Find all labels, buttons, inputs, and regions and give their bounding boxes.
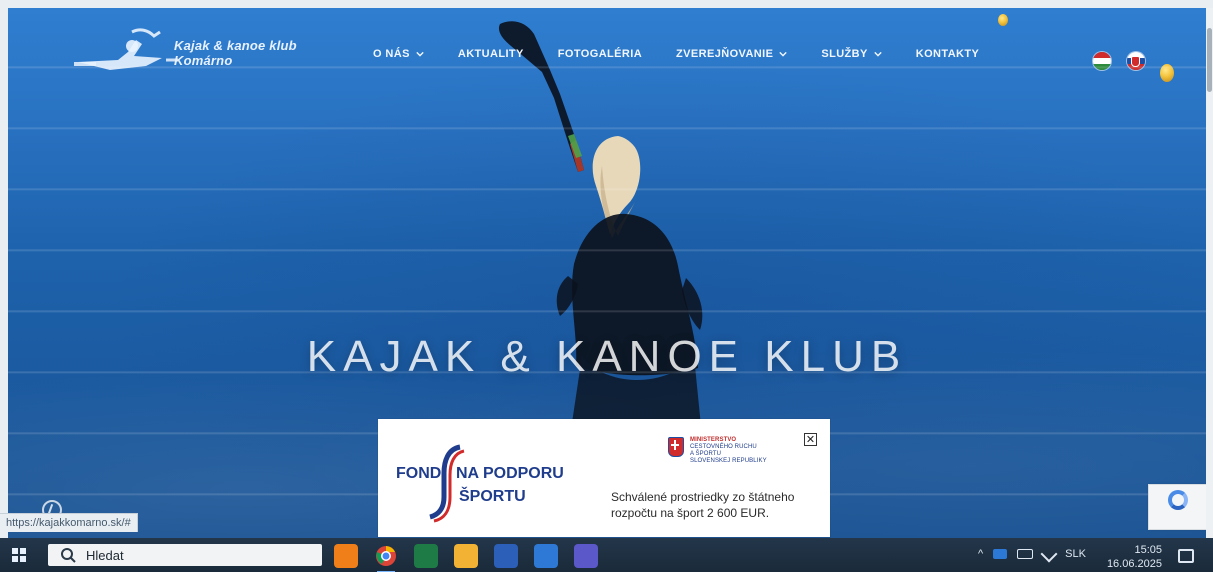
- pdf-app-icon[interactable]: [534, 544, 558, 568]
- nav-label: SLUŽBY: [821, 48, 868, 60]
- outlook-icon[interactable]: [334, 544, 358, 568]
- fund-name-line2: ŠPORTU: [459, 488, 526, 505]
- taskbar-apps: [334, 544, 598, 572]
- language-indicator[interactable]: SLK: [1065, 548, 1086, 560]
- search-icon: [61, 548, 76, 563]
- windows-taskbar: Hledat ^ SLK 15:05 16.06.2025: [0, 538, 1213, 572]
- fund-banner: ✕ FOND NA PODPORU ŠPORTU MINISTERSTVO CE…: [378, 419, 830, 537]
- language-switcher: [1093, 52, 1145, 70]
- club-logo-text: Kajak & kanoe klub Komárno: [174, 38, 297, 68]
- nav-sluzby[interactable]: SLUŽBY: [821, 48, 882, 60]
- hero-title: KAJAK & KANOE KLUB: [306, 332, 908, 381]
- nav-label: FOTOGALÉRIA: [557, 48, 643, 60]
- club-name: Kajak & kanoe klub: [174, 38, 297, 53]
- ministry-text: MINISTERSTVO CESTOVNÉHO RUCHU A ŠPORTU S…: [690, 437, 767, 465]
- screenshot: Kajak & kanoe klub Komárno O NÁS AKTUALI…: [0, 0, 1213, 572]
- fund-name-line1: NA PODPORU: [456, 465, 564, 482]
- approved-line: Schválené prostriedky zo štátneho: [611, 490, 795, 504]
- slovak-crest-icon: [668, 437, 684, 457]
- outlook-tray-icon[interactable]: [993, 549, 1008, 559]
- chrome-icon[interactable]: [374, 544, 398, 572]
- scrollbar-thumb[interactable]: [1207, 28, 1212, 92]
- sk-flag-icon[interactable]: [1127, 52, 1145, 70]
- ministry-line: MINISTERSTVO: [690, 437, 737, 443]
- ministry-line: A ŠPORTU: [690, 451, 722, 457]
- nav-label: AKTUALITY: [457, 48, 524, 60]
- chevron-down-icon: [874, 51, 882, 57]
- search-placeholder: Hledat: [86, 547, 124, 563]
- teams-icon[interactable]: [574, 544, 598, 568]
- nav-kontakty[interactable]: KONTAKTY: [916, 48, 980, 60]
- taskbar-search[interactable]: Hledat: [48, 544, 322, 566]
- ministry-logo: MINISTERSTVO CESTOVNÉHO RUCHU A ŠPORTU S…: [668, 437, 767, 465]
- speaker-icon[interactable]: [1040, 545, 1058, 563]
- ministry-line: SLOVENSKEJ REPUBLIKY: [690, 458, 767, 464]
- system-clock[interactable]: 15:05 16.06.2025: [1104, 543, 1162, 571]
- file-explorer-icon[interactable]: [454, 544, 478, 568]
- battery-icon[interactable]: [1017, 549, 1034, 559]
- nav-label: O NÁS: [373, 48, 410, 60]
- approved-funds-text: Schválené prostriedky zo štátneho rozpoč…: [611, 489, 794, 521]
- nav-fotogaleria[interactable]: FOTOGALÉRIA: [558, 48, 642, 60]
- nav-label: KONTAKTY: [915, 48, 980, 60]
- word-icon[interactable]: [494, 544, 518, 568]
- nav-aktuality[interactable]: AKTUALITY: [458, 48, 524, 60]
- buoy-icon: [1160, 64, 1174, 82]
- approved-line: rozpočtu na šport 2 600 EUR.: [611, 506, 770, 520]
- nav-zverejnovanie[interactable]: ZVEREJŇOVANIE: [676, 48, 788, 60]
- nav-o-nas[interactable]: O NÁS: [373, 48, 424, 60]
- browser-status-url: https://kajakkomarno.sk/#: [0, 513, 138, 532]
- time: 15:05: [1134, 544, 1162, 556]
- windows-start-icon[interactable]: [12, 548, 26, 562]
- main-navigation: O NÁS AKTUALITY FOTOGALÉRIA ZVEREJŇOVANI…: [373, 48, 979, 60]
- notifications-icon[interactable]: [1178, 549, 1194, 563]
- browser-scrollbar[interactable]: [1206, 8, 1213, 538]
- chevron-down-icon: [416, 51, 424, 57]
- recaptcha-icon: [1168, 490, 1188, 510]
- kayaker-logo-icon: [74, 28, 178, 70]
- club-logo[interactable]: Kajak & kanoe klub Komárno: [70, 22, 310, 82]
- nav-label: ZVEREJŇOVANIE: [676, 48, 774, 60]
- date: 16.06.2025: [1106, 558, 1162, 570]
- fund-name-left: FOND: [396, 465, 442, 482]
- chrome-logo-icon: [376, 546, 396, 566]
- club-city: Komárno: [174, 53, 233, 68]
- hu-flag-icon[interactable]: [1093, 52, 1111, 70]
- buoy-icon: [998, 14, 1008, 26]
- close-icon[interactable]: ✕: [804, 433, 817, 446]
- chevron-down-icon: [779, 51, 788, 57]
- recaptcha-badge[interactable]: [1148, 484, 1207, 530]
- excel-icon[interactable]: [414, 544, 438, 568]
- chevron-up-icon[interactable]: ^: [978, 548, 983, 560]
- system-tray: ^ SLK: [978, 545, 1086, 563]
- ministry-line: CESTOVNÉHO RUCHU: [690, 444, 757, 450]
